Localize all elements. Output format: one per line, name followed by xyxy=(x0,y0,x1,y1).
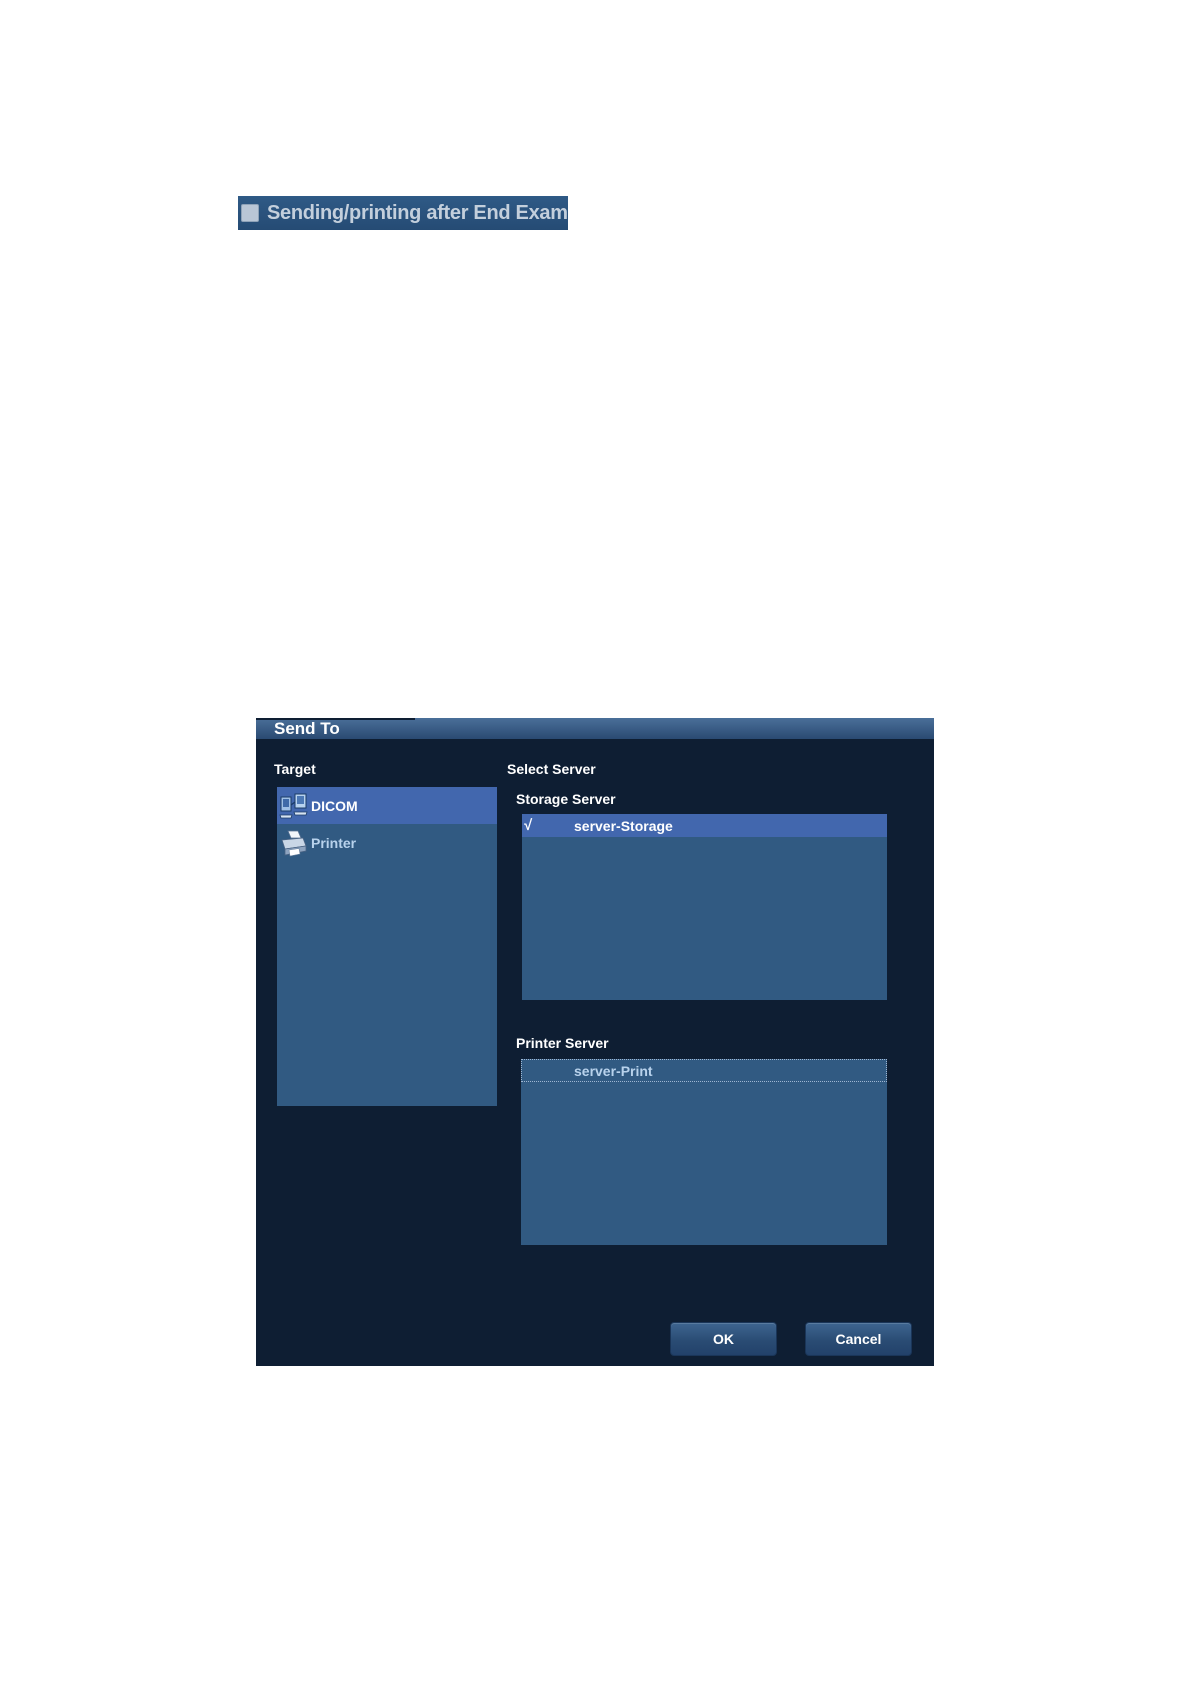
target-item-dicom[interactable]: DICOM xyxy=(277,787,497,824)
storage-server-row[interactable]: √ server-Storage xyxy=(522,814,887,837)
storage-server-list[interactable]: √ server-Storage xyxy=(522,814,887,1000)
printer-server-row[interactable]: server-Print xyxy=(521,1059,887,1082)
target-item-label: Printer xyxy=(311,834,357,851)
send-to-dialog: Send To Target DICOM Printer Select Serv… xyxy=(256,718,934,1366)
server-name: server-Print xyxy=(574,1062,653,1079)
printer-server-heading: Printer Server xyxy=(516,1035,609,1051)
dialog-title: Send To xyxy=(274,719,340,738)
printer-icon xyxy=(281,830,307,856)
end-exam-checkbox[interactable] xyxy=(241,204,259,222)
server-name: server-Storage xyxy=(574,817,673,834)
target-item-label: DICOM xyxy=(311,797,358,814)
cancel-button[interactable]: Cancel xyxy=(805,1322,912,1356)
target-heading: Target xyxy=(274,761,316,777)
end-exam-label: Sending/printing after End Exam xyxy=(267,201,568,224)
target-list[interactable]: DICOM Printer xyxy=(277,787,497,1106)
ok-button[interactable]: OK xyxy=(670,1322,777,1356)
end-exam-option[interactable]: Sending/printing after End Exam xyxy=(238,196,568,230)
printer-server-list[interactable]: server-Print xyxy=(521,1059,887,1245)
dialog-titlebar: Send To xyxy=(256,718,934,739)
storage-server-heading: Storage Server xyxy=(516,791,616,807)
target-item-printer[interactable]: Printer xyxy=(277,824,497,861)
check-mark: √ xyxy=(524,817,533,834)
dicom-network-icon xyxy=(279,793,308,818)
select-server-heading: Select Server xyxy=(507,761,596,777)
